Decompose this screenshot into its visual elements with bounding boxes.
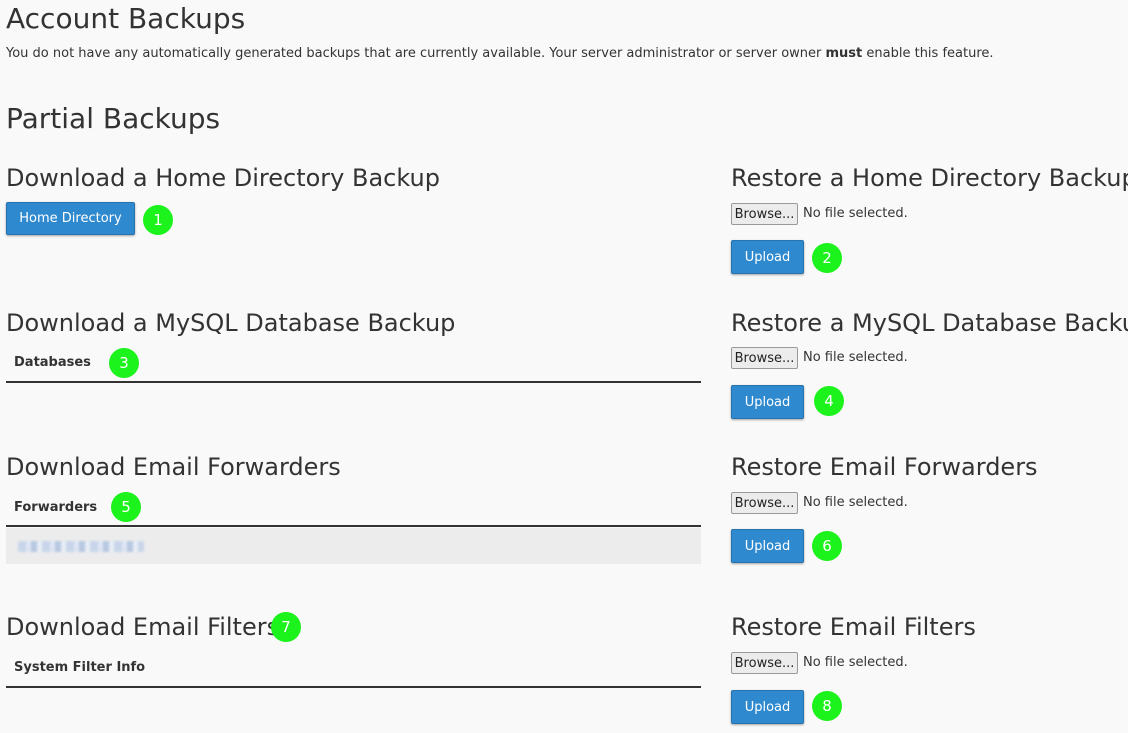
mysql-file-status: No file selected. [803,350,908,365]
redacted-forwarder-link[interactable] [18,541,144,552]
filters-table-rule [6,686,701,688]
restore-filters-heading: Restore Email Filters [731,613,976,641]
restore-home-heading: Restore a Home Directory Backup [731,164,1128,192]
system-filter-info-column-header: System Filter Info [14,660,146,675]
home-file-status: No file selected. [803,206,908,221]
badge-5: 5 [111,492,141,522]
mysql-upload-button[interactable]: Upload [731,385,804,419]
backups-notice: You do not have any automatically genera… [6,45,994,63]
mysql-browse-button[interactable]: Browse... [731,347,798,369]
badge-4: 4 [814,386,844,416]
databases-table-rule [6,381,701,383]
download-home-heading: Download a Home Directory Backup [6,164,440,192]
badge-1: 1 [143,205,173,235]
home-directory-button[interactable]: Home Directory [6,202,135,235]
forwarders-column-header: Forwarders [14,500,98,515]
restore-mysql-heading: Restore a MySQL Database Backup [731,309,1128,337]
partial-backups-heading: Partial Backups [6,102,221,135]
filters-upload-button[interactable]: Upload [731,690,804,724]
forwarders-table-rule [6,525,701,527]
home-upload-button[interactable]: Upload [731,240,804,274]
backups-page: Account Backups You do not have any auto… [0,0,1128,733]
restore-forwarders-heading: Restore Email Forwarders [731,453,1038,481]
forwarders-table-row [6,528,701,564]
filters-file-status: No file selected. [803,655,908,670]
download-forwarders-heading: Download Email Forwarders [6,453,341,481]
badge-6: 6 [812,531,842,561]
filters-browse-button[interactable]: Browse... [731,652,798,674]
badge-8: 8 [812,691,842,721]
home-browse-button[interactable]: Browse... [731,203,798,225]
account-backups-heading: Account Backups [6,2,246,35]
download-filters-heading: Download Email Filters [6,613,280,641]
badge-7: 7 [271,612,301,642]
notice-text-post: enable this feature. [862,46,994,61]
forwarders-upload-button[interactable]: Upload [731,529,804,563]
download-mysql-heading: Download a MySQL Database Backup [6,309,456,337]
forwarders-browse-button[interactable]: Browse... [731,492,798,514]
forwarders-file-status: No file selected. [803,495,908,510]
notice-text-pre: You do not have any automatically genera… [6,46,826,61]
badge-3: 3 [109,348,139,378]
databases-column-header: Databases [14,355,91,370]
badge-2: 2 [812,243,842,273]
notice-text-bold: must [825,46,863,61]
